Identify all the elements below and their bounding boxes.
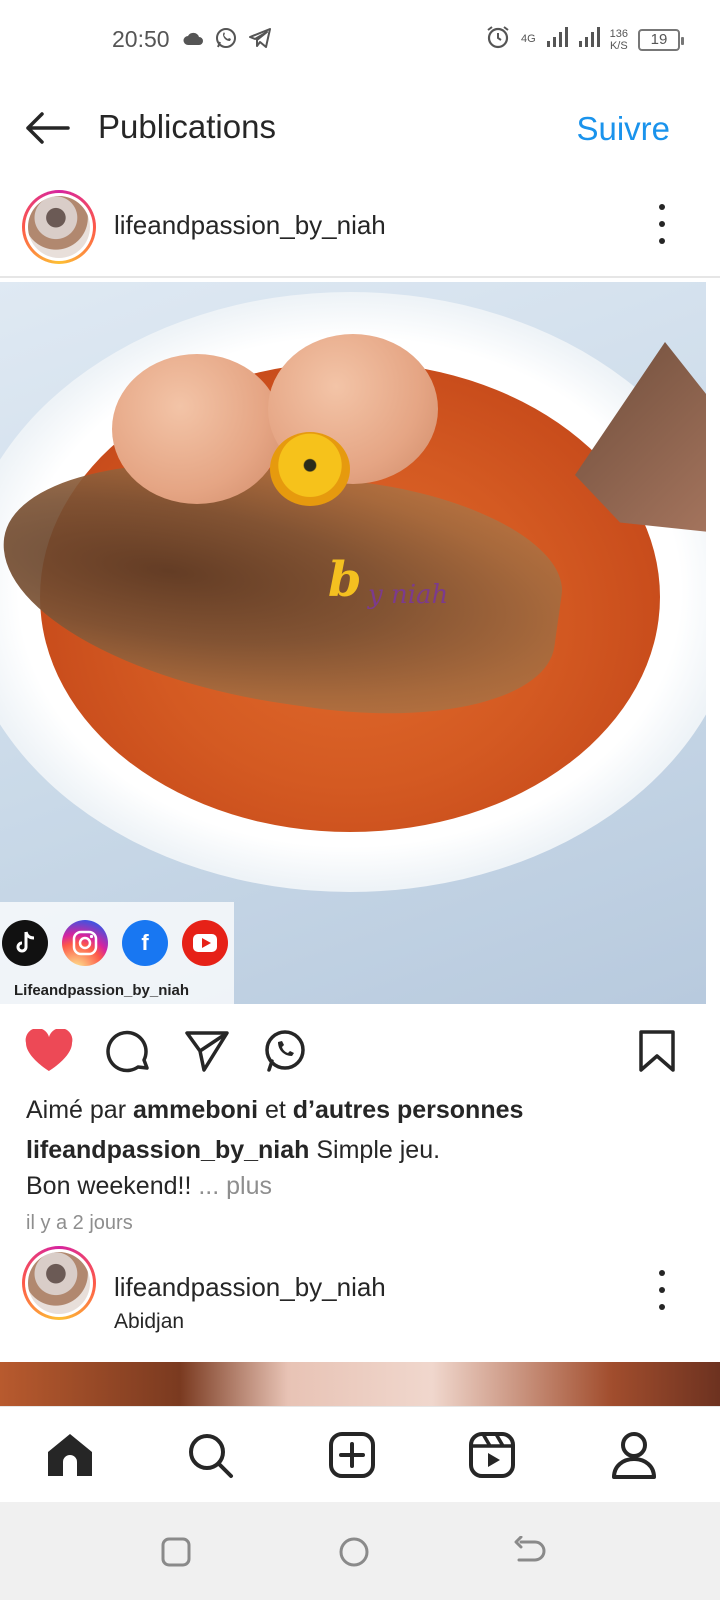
next-post-location[interactable]: Abidjan (114, 1310, 184, 1334)
nav-create[interactable] (324, 1427, 380, 1483)
cloud-icon (182, 30, 204, 51)
profile-icon (612, 1432, 656, 1479)
alarm-icon (485, 24, 511, 55)
telegram-icon (248, 27, 272, 54)
nav-reels[interactable] (464, 1427, 520, 1483)
caption-text-line2: Bon weekend!! (26, 1172, 192, 1200)
arrow-left-icon (26, 112, 70, 144)
status-time: 20:50 (112, 26, 170, 52)
whatsapp-icon (265, 1030, 305, 1072)
placali-ball-left (112, 354, 282, 504)
post-image[interactable]: b y niah f Lifeandpassion_by_niah (0, 282, 706, 1004)
search-icon (189, 1434, 233, 1478)
likes-text: Aimé par ammeboni et d’autres personnes (26, 1096, 523, 1125)
recents-button[interactable] (156, 1532, 196, 1572)
social-strip: f Lifeandpassion_by_niah (0, 902, 234, 1004)
next-post-username[interactable]: lifeandpassion_by_niah (114, 1272, 386, 1303)
avatar[interactable] (22, 1246, 96, 1320)
whatsapp-share-button[interactable] (260, 1026, 310, 1076)
caption-username[interactable]: lifeandpassion_by_niah (26, 1136, 309, 1164)
follow-button[interactable]: Suivre (576, 110, 670, 148)
status-notification-icons (182, 26, 272, 55)
kebab-dot-icon (659, 1270, 665, 1276)
share-button[interactable] (182, 1026, 232, 1076)
circle-icon (339, 1537, 369, 1567)
network-type: 4G (520, 33, 536, 45)
tiktok-icon (2, 920, 48, 966)
app-header: Publications Suivre (0, 90, 720, 166)
post-header: lifeandpassion_by_niah (0, 182, 720, 278)
more-options-button[interactable] (652, 204, 672, 244)
square-icon (161, 1537, 191, 1567)
bookmark-icon (639, 1030, 675, 1072)
watermark-text: y niah (368, 580, 449, 610)
nav-home[interactable] (42, 1427, 98, 1483)
home-icon (48, 1434, 92, 1476)
next-post-header: lifeandpassion_by_niah Abidjan (0, 1246, 720, 1362)
watermark-logo: b (328, 552, 362, 608)
comment-icon (106, 1030, 149, 1073)
avatar[interactable] (22, 190, 96, 264)
back-button[interactable] (22, 106, 72, 150)
post-username[interactable]: lifeandpassion_by_niah (114, 210, 386, 241)
likes-middle: et (258, 1096, 293, 1124)
signal-icon-1 (546, 27, 568, 52)
caption: lifeandpassion_by_niah Simple jeu. Bon w… (26, 1132, 696, 1204)
caption-text: Simple jeu. (309, 1136, 441, 1164)
battery-level: 19 (650, 31, 668, 48)
heart-icon (25, 1029, 73, 1071)
signal-icon-2 (578, 27, 600, 52)
network-speed: 136 K/S (610, 28, 628, 52)
network-speed-unit: K/S (609, 39, 628, 52)
comment-button[interactable] (104, 1026, 154, 1076)
youtube-icon (182, 920, 228, 966)
post-timestamp: il y a 2 jours (26, 1212, 133, 1234)
social-handle: Lifeandpassion_by_niah (14, 982, 190, 999)
whatsapp-icon (214, 26, 238, 55)
likes-user-link[interactable]: ammeboni (133, 1096, 258, 1124)
more-link[interactable]: ... plus (191, 1172, 272, 1200)
nav-profile[interactable] (606, 1427, 662, 1483)
likes-prefix: Aimé par (26, 1096, 133, 1124)
add-post-icon (329, 1432, 375, 1478)
kebab-dot-icon (659, 204, 665, 210)
facebook-icon: f (122, 920, 168, 966)
page-title: Publications (98, 108, 276, 145)
battery-icon: 19 (638, 28, 684, 51)
more-options-button[interactable] (652, 1270, 672, 1310)
reels-icon (469, 1432, 515, 1478)
return-arrow-icon (514, 1536, 546, 1562)
post-actions (0, 1004, 720, 1100)
network-speed-value: 136 (609, 27, 628, 40)
back-system-button[interactable] (510, 1532, 550, 1572)
bottom-navigation (0, 1406, 720, 1502)
paper-plane-icon (185, 1031, 229, 1072)
system-navigation-bar (0, 1502, 720, 1600)
instagram-icon (62, 920, 108, 966)
home-system-button[interactable] (334, 1532, 374, 1572)
like-button[interactable] (24, 1026, 74, 1076)
pepper (270, 432, 350, 506)
status-bar: 20:50 4G 136 K/S 19 (0, 0, 720, 80)
status-system-icons: 4G 136 K/S 19 (485, 24, 684, 55)
save-button[interactable] (632, 1026, 682, 1076)
likes-others-link[interactable]: d’autres personnes (293, 1096, 524, 1124)
nav-search[interactable] (182, 1427, 238, 1483)
next-post-image[interactable] (0, 1362, 720, 1406)
